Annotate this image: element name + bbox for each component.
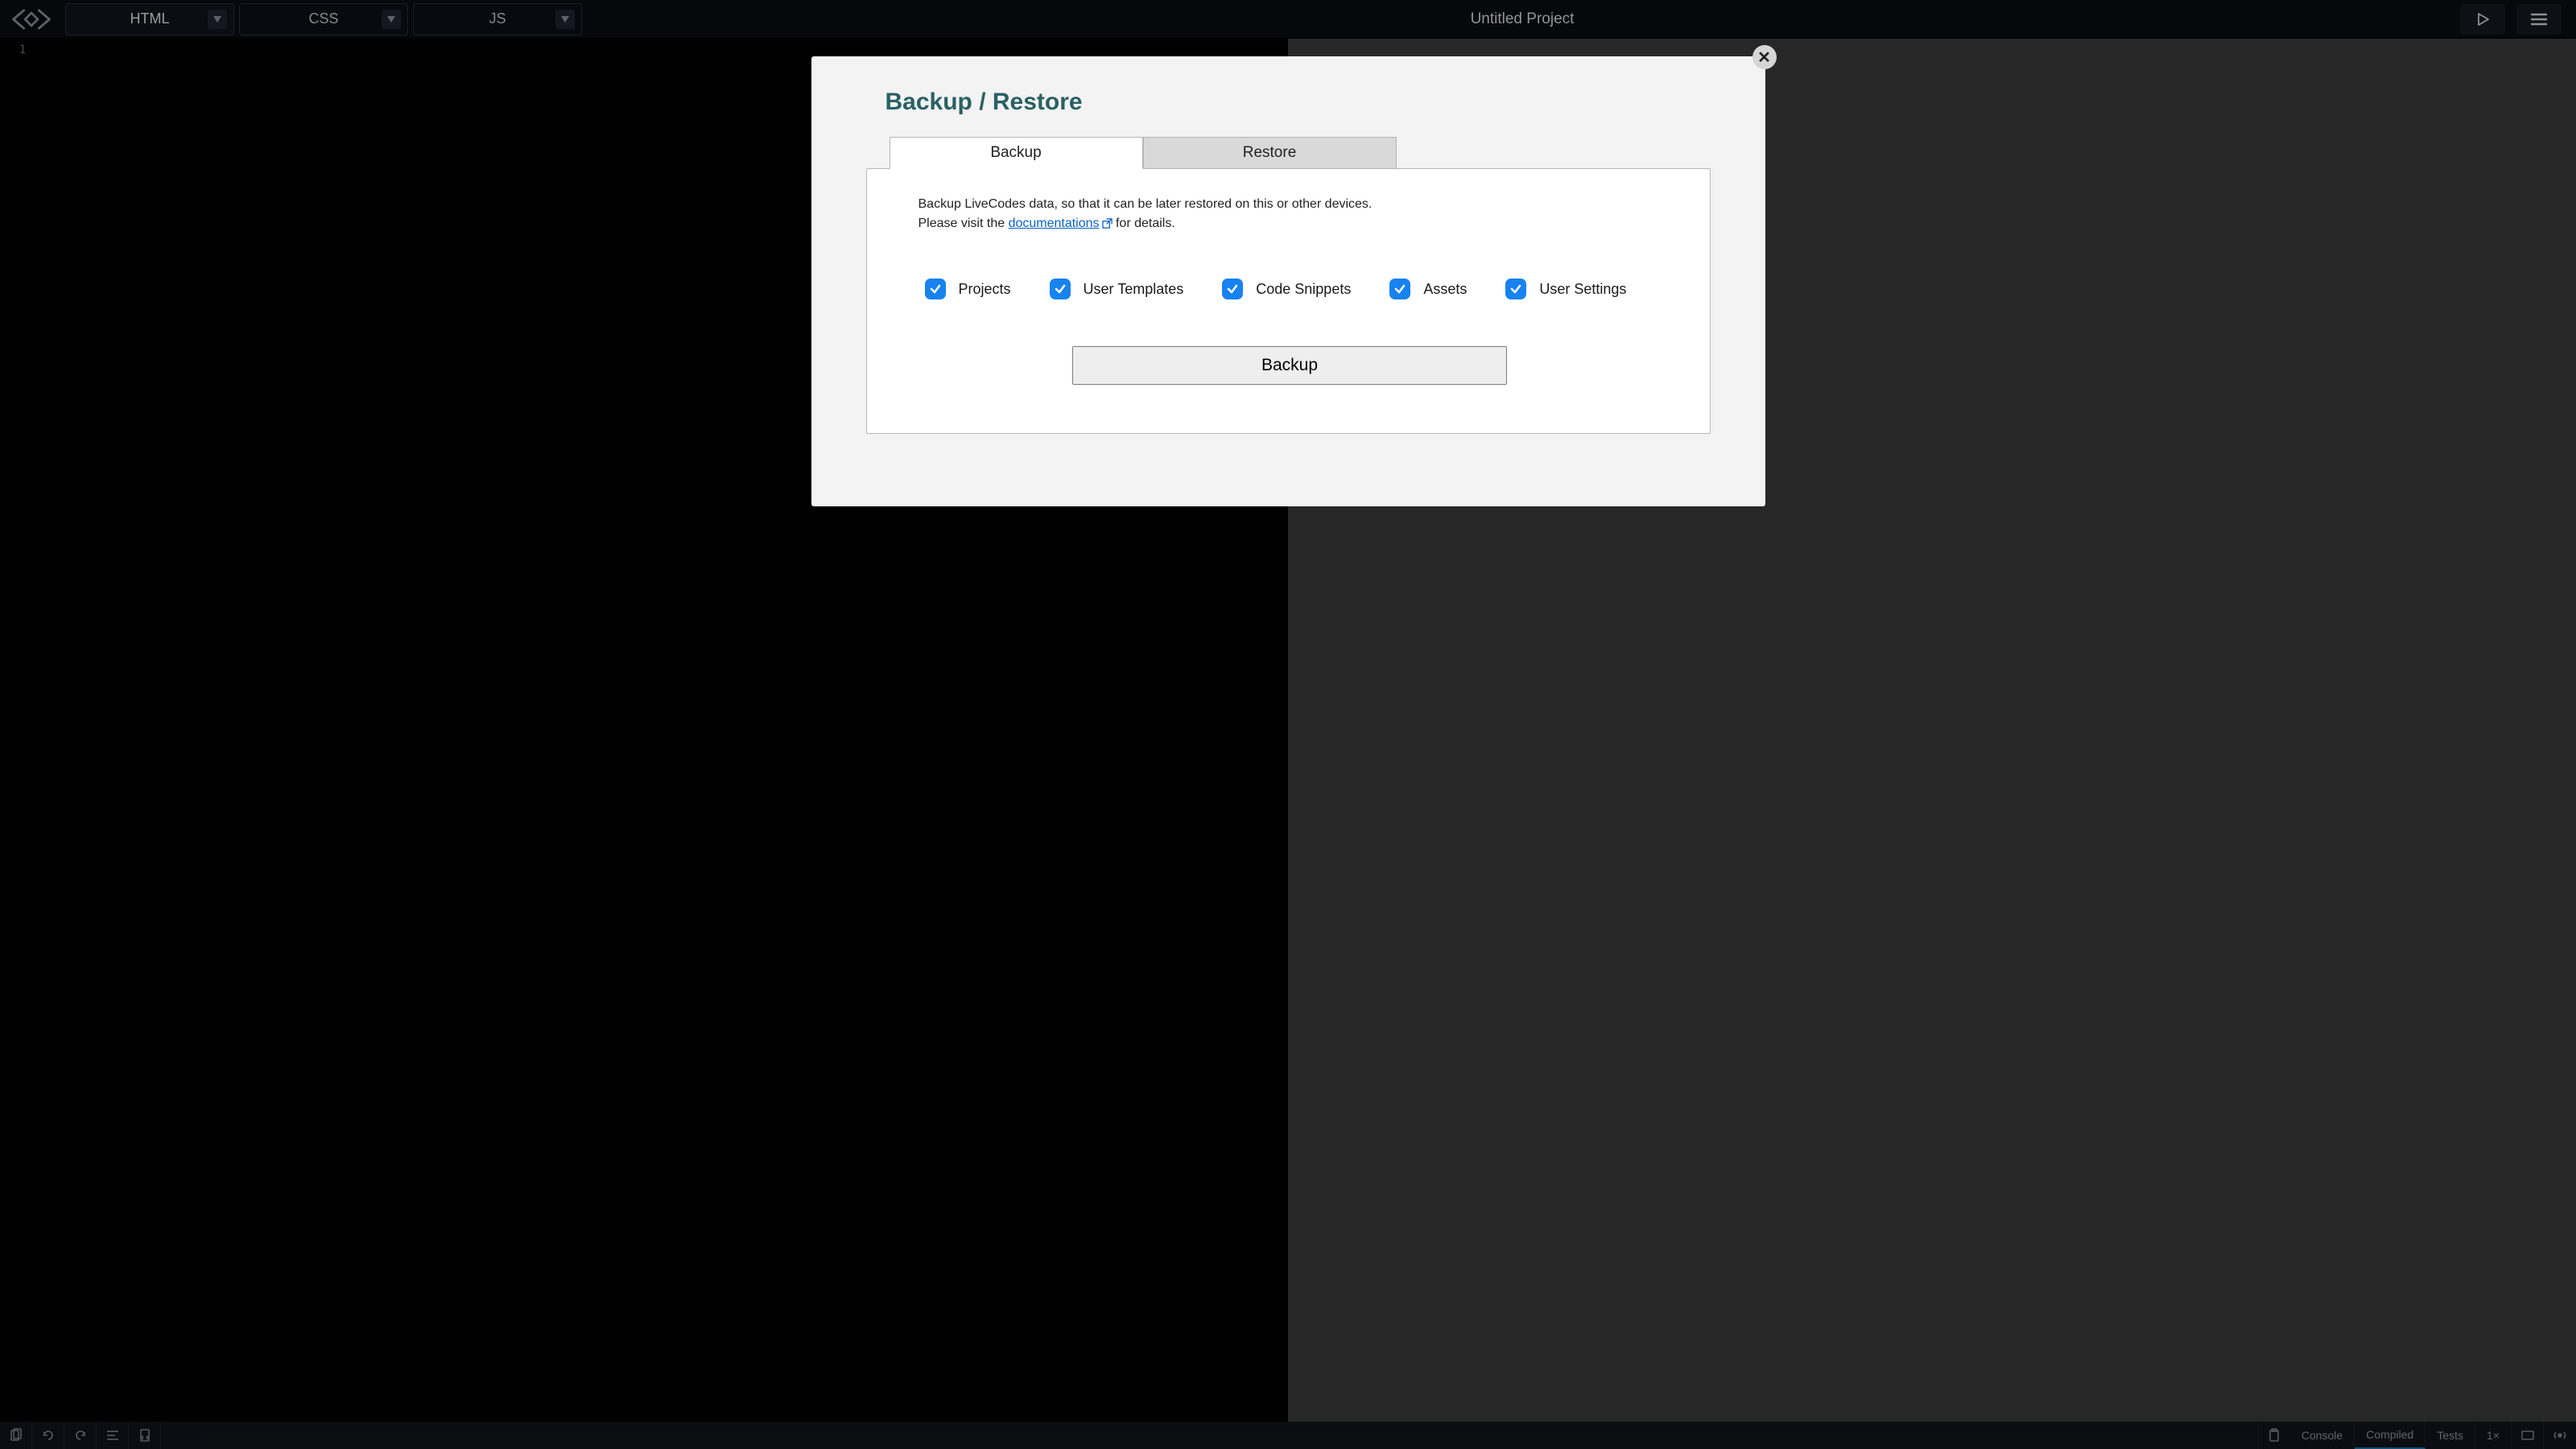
documentations-link[interactable]: documentations (1009, 217, 1113, 230)
close-icon: ✕ (1757, 47, 1771, 68)
backup-description-2: Please visit the documentations for deta… (919, 214, 1662, 235)
checkbox-label: User Settings (1539, 281, 1626, 298)
checkbox-label: Code Snippets (1256, 281, 1351, 298)
checkbox-label: Projects (959, 281, 1011, 298)
checkbox-user-settings[interactable]: User Settings (1505, 279, 1626, 299)
checkbox-code-snippets[interactable]: Code Snippets (1222, 279, 1351, 299)
desc2-pre: Please visit the (919, 217, 1009, 230)
desc2-post: for details. (1113, 217, 1175, 230)
checkbox-label: User Templates (1084, 281, 1184, 298)
checkbox-box (1505, 279, 1526, 299)
tab-restore[interactable]: Restore (1143, 137, 1397, 169)
modal-tabstrip: Backup Restore (811, 137, 1765, 169)
backup-restore-modal: ✕ Backup / Restore Backup Restore Backup… (811, 56, 1765, 506)
external-link-icon (1102, 216, 1113, 235)
checkbox-projects[interactable]: Projects (925, 279, 1011, 299)
backup-button-label: Backup (1261, 356, 1318, 374)
checkbox-box (1050, 279, 1071, 299)
checkbox-assets[interactable]: Assets (1389, 279, 1467, 299)
backup-checkbox-row: Projects User Templates Code Snippets As… (919, 279, 1662, 299)
tab-backup[interactable]: Backup (890, 137, 1143, 169)
checkbox-user-templates[interactable]: User Templates (1050, 279, 1184, 299)
checkbox-box (925, 279, 946, 299)
checkbox-box (1222, 279, 1243, 299)
tab-restore-label: Restore (1243, 144, 1297, 162)
backup-description-1: Backup LiveCodes data, so that it can be… (919, 195, 1662, 214)
modal-overlay: ✕ Backup / Restore Backup Restore Backup… (0, 0, 2576, 1449)
backup-button[interactable]: Backup (1072, 346, 1507, 385)
backup-panel: Backup LiveCodes data, so that it can be… (866, 168, 1711, 434)
modal-title: Backup / Restore (811, 56, 1765, 137)
tab-backup-label: Backup (990, 144, 1041, 162)
checkbox-box (1389, 279, 1410, 299)
documentations-link-text: documentations (1009, 217, 1100, 230)
checkbox-label: Assets (1423, 281, 1467, 298)
close-button[interactable]: ✕ (1752, 45, 1777, 69)
